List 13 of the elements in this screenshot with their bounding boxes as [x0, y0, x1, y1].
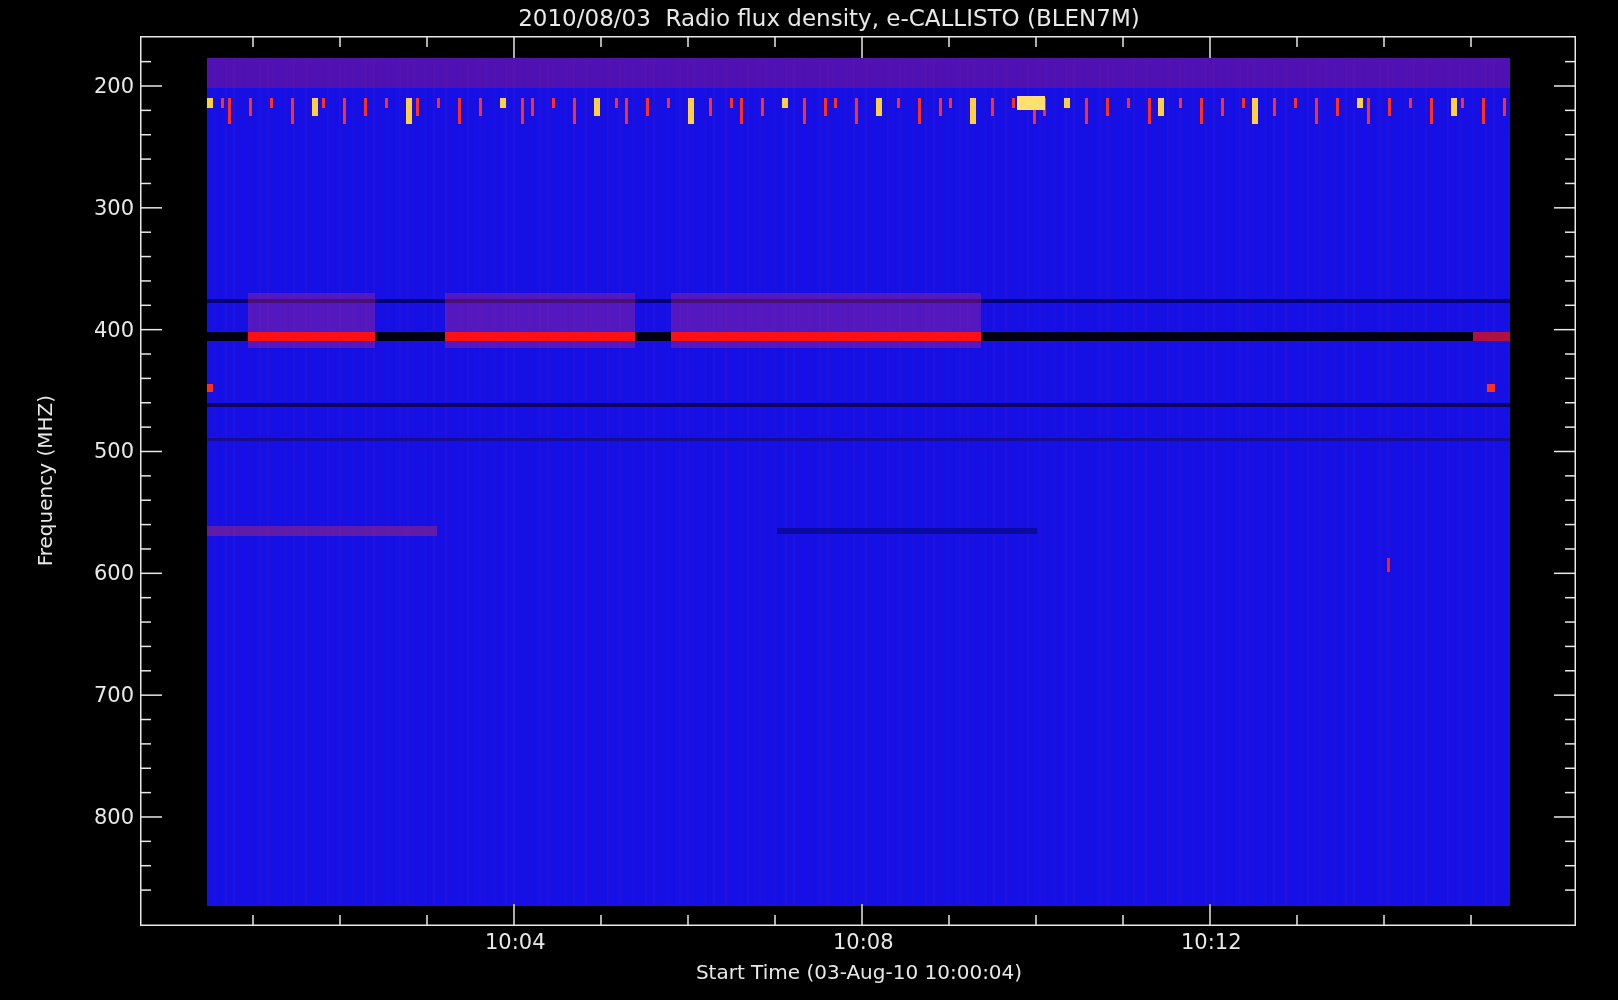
- y-tick-label: 500: [93, 439, 134, 464]
- y-tick-label: 300: [93, 195, 134, 220]
- x-axis-label: Start Time (03-Aug-10 10:00:04): [695, 960, 1023, 984]
- x-tick-label: 10:12: [1181, 930, 1242, 954]
- x-tick-label: 10:04: [485, 930, 546, 954]
- chart-title: 2010/08/03 Radio flux density, e-CALLISTO (BLEN7M): [517, 5, 1140, 31]
- y-tick-label: 200: [93, 74, 134, 98]
- y-tick-label: 800: [93, 804, 134, 829]
- x-tick-label: 10:08: [833, 930, 894, 954]
- y-tick-label: 600: [93, 561, 134, 586]
- y-tick-label: 400: [93, 317, 134, 342]
- y-axis-label: Frequency (MHZ): [33, 395, 57, 567]
- y-tick-label: 700: [93, 683, 134, 708]
